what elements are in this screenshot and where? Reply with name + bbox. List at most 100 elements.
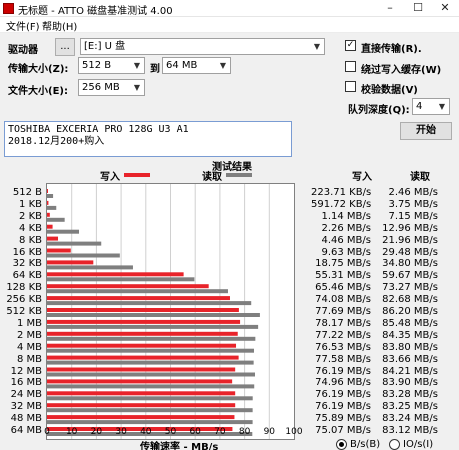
transfer-size-label: 32 MB bbox=[10, 401, 42, 413]
write-value: 75.89 MB/s bbox=[315, 413, 371, 425]
transfer-size-label: 256 KB bbox=[6, 294, 42, 306]
write-value: 55.31 MB/s bbox=[315, 270, 371, 282]
transfer-size-label: 64 KB bbox=[12, 270, 42, 282]
write-bar bbox=[47, 236, 59, 241]
main-panel: 驱动器 ... [E:] U 盘 ▼ 传输大小(Z): 512 B ▼ 到 64… bbox=[0, 33, 459, 450]
io-per-second-label: IO/s(I) bbox=[403, 439, 434, 450]
read-value: 29.48 MB/s bbox=[382, 246, 438, 258]
bytes-per-second-label: B/s(B) bbox=[350, 439, 381, 450]
write-value: 223.71 KB/s bbox=[311, 187, 372, 198]
write-bar bbox=[47, 331, 238, 336]
io-per-second-radio[interactable] bbox=[389, 439, 400, 450]
x-tick-label: 60 bbox=[189, 427, 201, 437]
x-tick-label: 80 bbox=[238, 427, 251, 437]
transfer-size-label: 1 MB bbox=[16, 317, 42, 329]
transfer-size-label: 12 MB bbox=[10, 365, 42, 377]
transfer-size-label: 64 MB bbox=[10, 425, 42, 436]
read-value: 83.24 MB/s bbox=[382, 413, 438, 425]
legend-write-swatch bbox=[124, 173, 150, 177]
write-value: 76.19 MB/s bbox=[315, 389, 371, 401]
queue-depth-value: 4 bbox=[416, 101, 423, 112]
file-size-select[interactable]: 256 MB ▼ bbox=[78, 79, 145, 96]
write-column-header: 写入 bbox=[352, 172, 372, 183]
write-bar bbox=[47, 415, 235, 420]
x-axis-label: 传输速率 - MB/s bbox=[140, 442, 219, 450]
read-bar bbox=[47, 348, 254, 353]
read-value: 59.67 MB/s bbox=[382, 270, 438, 282]
x-tick-label: 40 bbox=[140, 427, 152, 437]
transfer-size-label: 128 KB bbox=[6, 282, 42, 294]
transfer-size-label: 4 KB bbox=[19, 222, 42, 234]
chevron-down-icon: ▼ bbox=[313, 42, 321, 51]
read-value: 21.96 MB/s bbox=[382, 234, 438, 246]
transfer-size-label: 512 B bbox=[12, 187, 42, 198]
x-tick-label: 100 bbox=[285, 427, 303, 437]
write-bar bbox=[47, 355, 239, 360]
read-value: 83.66 MB/s bbox=[382, 353, 438, 365]
write-bar bbox=[47, 212, 50, 217]
x-tick-label: 90 bbox=[263, 427, 276, 437]
description-textarea[interactable]: TOSHIBA EXCERIA PRO 128G U3 A1 2018.12月2… bbox=[4, 121, 292, 157]
read-value: 83.80 MB/s bbox=[382, 341, 438, 353]
write-bar bbox=[47, 367, 236, 372]
write-value: 74.08 MB/s bbox=[315, 294, 371, 306]
verify-checkbox[interactable] bbox=[345, 81, 356, 92]
start-button[interactable]: 开始 bbox=[400, 122, 452, 140]
write-value: 76.19 MB/s bbox=[315, 401, 371, 413]
maximize-button[interactable]: ☐ bbox=[404, 0, 432, 17]
queue-depth-select[interactable]: 4 ▼ bbox=[412, 98, 450, 115]
read-value: 3.75 MB/s bbox=[388, 198, 438, 210]
write-value: 4.46 MB/s bbox=[321, 234, 371, 246]
transfer-size-label: 48 MB bbox=[10, 413, 42, 425]
read-value: 83.28 MB/s bbox=[382, 389, 438, 401]
write-bar bbox=[47, 379, 233, 384]
read-value: 7.15 MB/s bbox=[388, 210, 438, 222]
transfer-size-label: 1 KB bbox=[19, 198, 42, 210]
menu-help[interactable]: 帮助(H) bbox=[42, 18, 77, 33]
bypass-cache-label: 绕过写入缓存(W) bbox=[361, 65, 442, 76]
close-button[interactable]: ✕ bbox=[431, 0, 459, 17]
write-bar bbox=[47, 189, 48, 193]
description-line-1: TOSHIBA EXCERIA PRO 128G U3 A1 bbox=[8, 124, 189, 135]
read-bar bbox=[47, 396, 253, 401]
read-value: 83.25 MB/s bbox=[382, 401, 438, 413]
drive-select[interactable]: [E:] U 盘 ▼ bbox=[80, 38, 325, 55]
write-bar bbox=[47, 284, 209, 289]
write-value: 78.17 MB/s bbox=[315, 317, 371, 329]
write-value: 77.58 MB/s bbox=[315, 353, 371, 365]
legend-read-swatch bbox=[226, 173, 252, 177]
file-size-label: 文件大小(E): bbox=[8, 86, 68, 97]
x-tick-label: 30 bbox=[115, 427, 127, 437]
write-bar bbox=[47, 272, 184, 277]
direct-io-label: 直接传输(R). bbox=[361, 44, 422, 55]
transfer-size-label: 8 KB bbox=[19, 234, 42, 246]
read-bar bbox=[47, 360, 254, 365]
minimize-button[interactable]: – bbox=[376, 0, 404, 17]
browse-button[interactable]: ... bbox=[55, 38, 75, 56]
write-bar bbox=[47, 296, 230, 301]
bypass-cache-checkbox[interactable] bbox=[345, 61, 356, 72]
x-tick-label: 10 bbox=[65, 427, 78, 437]
transfer-from-select[interactable]: 512 B ▼ bbox=[78, 57, 145, 74]
read-bar bbox=[47, 384, 255, 389]
read-bar bbox=[47, 336, 256, 341]
bytes-per-second-radio[interactable] bbox=[336, 439, 347, 450]
transfer-to-select[interactable]: 64 MB ▼ bbox=[162, 57, 231, 74]
transfer-size-label: 2 MB bbox=[16, 329, 42, 341]
write-bar bbox=[47, 200, 49, 205]
write-value: 18.75 MB/s bbox=[315, 258, 371, 270]
direct-io-checkbox[interactable]: ✓ bbox=[345, 40, 356, 51]
app-icon bbox=[3, 3, 14, 14]
menu-file[interactable]: 文件(F) bbox=[6, 18, 40, 33]
read-value: 82.68 MB/s bbox=[382, 294, 438, 306]
read-bar bbox=[47, 289, 228, 294]
write-bar bbox=[47, 224, 53, 229]
transfer-size-label: 24 MB bbox=[10, 389, 42, 401]
read-bar bbox=[47, 253, 120, 258]
read-bar bbox=[47, 324, 259, 329]
read-value: 2.46 MB/s bbox=[388, 187, 438, 198]
read-bar bbox=[47, 408, 253, 413]
write-bar bbox=[47, 248, 71, 253]
read-bar bbox=[47, 265, 133, 270]
x-tick-label: 70 bbox=[214, 427, 226, 437]
